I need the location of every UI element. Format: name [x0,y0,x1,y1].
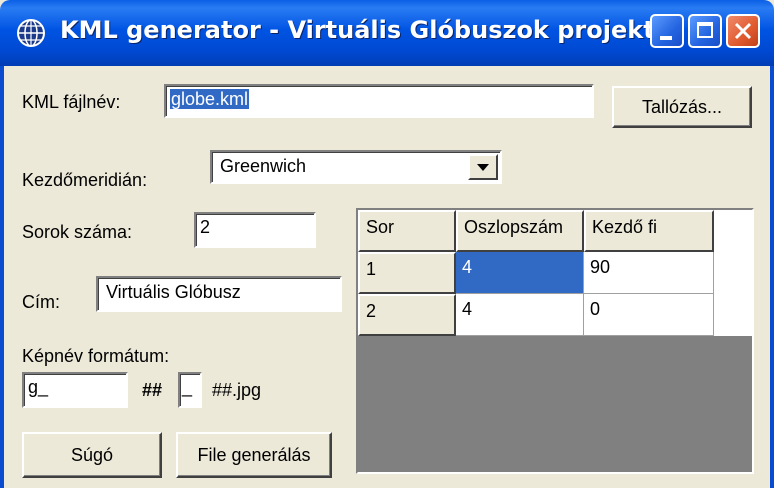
meridian-select[interactable]: Greenwich [210,150,502,184]
generate-file-button[interactable]: File generálás [176,432,332,478]
minimize-button[interactable] [650,14,684,48]
image-format-label: Képnév formátum: [22,346,170,366]
table-cell[interactable]: 4 [456,252,584,294]
table-cell[interactable]: 4 [456,294,584,336]
globe-icon [17,19,45,47]
window-title: KML generator - Virtuális Glóbuszok proj… [60,16,655,44]
close-icon [734,22,752,40]
kml-filename-value: globe.kml [170,89,250,109]
image-separator-input[interactable]: _ [178,372,202,408]
title-value: Virtuális Glóbusz [106,282,241,302]
hash-suffix-label: ##.jpg [212,380,262,400]
help-button[interactable]: Súgó [22,432,162,478]
grid-empty-header-area [714,210,752,252]
maximize-button[interactable] [688,14,722,48]
rows-value: 2 [200,217,211,237]
chevron-down-icon [477,163,489,171]
image-prefix-input[interactable]: g_ [22,372,128,408]
column-header-oszlopszam[interactable]: Oszlopszám [456,210,584,252]
table-cell[interactable]: 0 [584,294,714,336]
kml-filename-label: KML fájlnév: [22,92,121,112]
minimize-icon [660,36,672,40]
title-bar[interactable]: KML generator - Virtuális Glóbuszok proj… [0,0,774,66]
kml-filename-input[interactable]: globe.kml [164,84,594,118]
image-prefix-value: g_ [28,377,49,397]
meridian-value: Greenwich [220,156,307,176]
row-header[interactable]: 2 [358,294,456,336]
meridian-label: Kezdőmeridián: [22,170,148,190]
close-button[interactable] [726,14,760,48]
data-grid[interactable]: Sor Oszlopszám Kezdő fi 1 4 90 2 4 0 [356,208,754,474]
maximize-icon [697,22,713,38]
column-header-kezdo-fi[interactable]: Kezdő fi [584,210,714,252]
grid-empty-area [714,252,752,336]
image-separator-value: _ [182,377,193,397]
browse-button[interactable]: Tallózás... [612,86,752,128]
rows-input[interactable]: 2 [194,212,316,248]
rows-label: Sorok száma: [22,222,133,242]
column-header-sor[interactable]: Sor [358,210,456,252]
window-frame-right [770,66,774,488]
title-label: Cím: [22,292,60,312]
title-input[interactable]: Virtuális Glóbusz [96,276,342,312]
row-header[interactable]: 1 [358,252,456,294]
hash-placeholder-1: ## [142,380,163,400]
dropdown-button[interactable] [468,154,498,180]
table-cell[interactable]: 90 [584,252,714,294]
window-frame-left [0,66,4,488]
